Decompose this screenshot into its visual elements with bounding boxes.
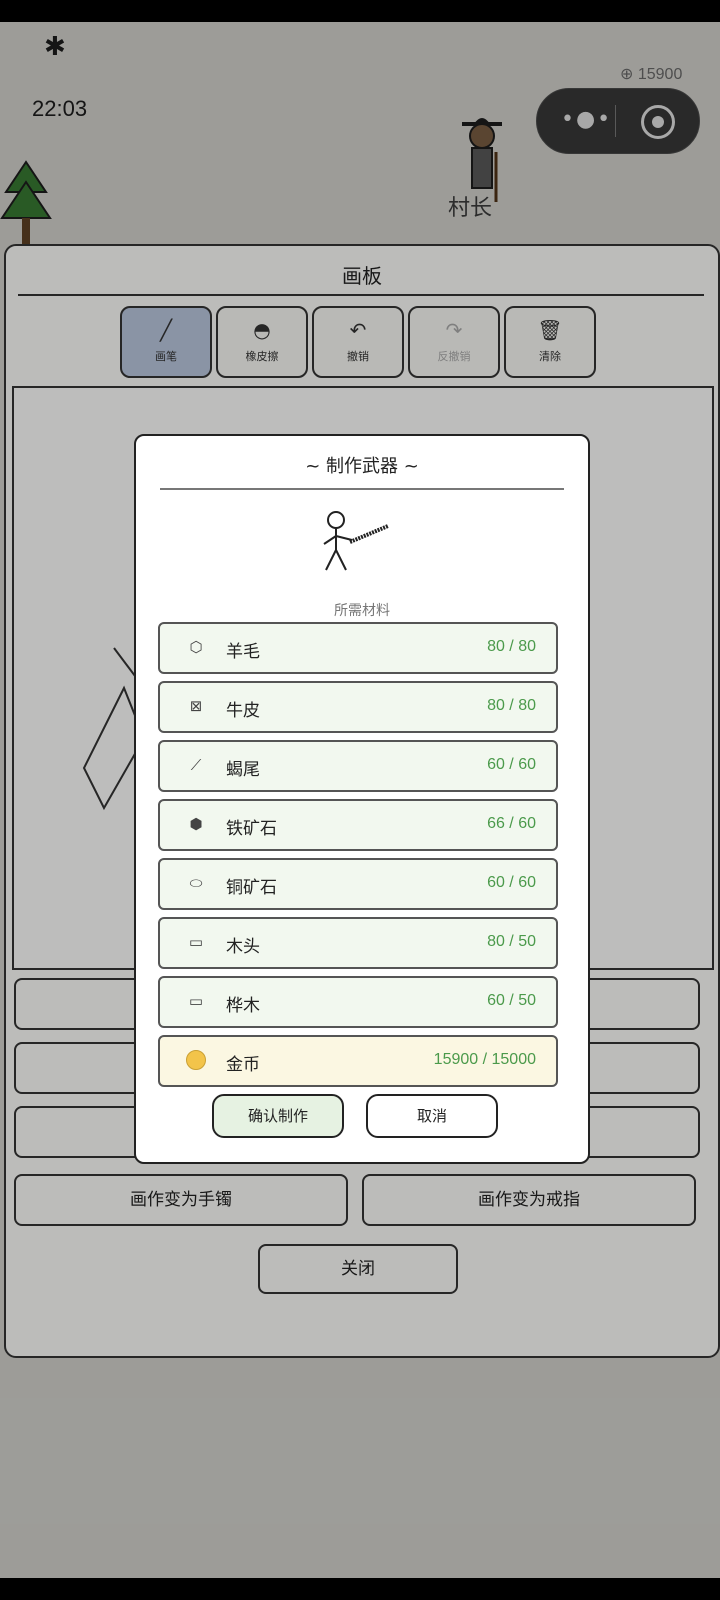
stickman-sword-icon xyxy=(323,511,389,571)
scorpion-tail-icon: ⟋ xyxy=(190,756,202,774)
material-name: 羊毛 xyxy=(226,642,260,662)
wool-icon: ⬡ xyxy=(189,638,203,656)
material-count: 60 / 50 xyxy=(487,992,536,1009)
material-name: 铜矿石 xyxy=(226,878,277,898)
wood-icon: ▭ xyxy=(188,933,204,951)
material-row: ⬢ 铁矿石 66 / 60 xyxy=(158,799,558,851)
material-name: 桦木 xyxy=(226,996,260,1016)
hide-icon: ⊠ xyxy=(189,697,203,715)
iron-ore-icon: ⬢ xyxy=(189,815,203,833)
required-materials-label: 所需材料 xyxy=(334,603,390,619)
material-count: 66 / 60 xyxy=(487,815,536,832)
material-count: 80 / 80 xyxy=(487,638,536,655)
material-row: ⟋ 蝎尾 60 / 60 xyxy=(158,740,558,792)
copper-ore-icon: ⬭ xyxy=(189,874,203,892)
dialog-title: ~ 制作武器 ~ xyxy=(305,456,419,477)
material-name: 金币 xyxy=(226,1055,260,1075)
material-row: ⬭ 铜矿石 60 / 60 xyxy=(158,858,558,910)
dialog-title-divider xyxy=(160,488,564,490)
material-row: ⊠ 牛皮 80 / 80 xyxy=(158,681,558,733)
material-count: 60 / 60 xyxy=(487,874,536,891)
material-row: ▭ 桦木 60 / 50 xyxy=(158,976,558,1028)
game-screen: ✱ 22:03 ⊕ 15900 •●• 村长 画板 ╱ 画笔 ◓ 橡皮擦 ↶ 撤 xyxy=(0,22,720,1578)
material-count: 60 / 60 xyxy=(487,756,536,773)
material-count: 15900 / 15000 xyxy=(433,1051,536,1068)
material-row-gold: 金币 15900 / 15000 xyxy=(158,1035,558,1087)
cancel-button[interactable]: 取消 xyxy=(366,1094,498,1138)
system-top-bar xyxy=(0,0,720,22)
material-row: ⬡ 羊毛 80 / 80 xyxy=(158,622,558,674)
material-count: 80 / 80 xyxy=(487,697,536,714)
birch-icon: ▭ xyxy=(188,992,204,1010)
material-count: 80 / 50 xyxy=(487,933,536,950)
system-bottom-bar xyxy=(0,1578,720,1600)
gold-coin-icon xyxy=(186,1050,206,1070)
material-name: 牛皮 xyxy=(226,701,260,721)
material-name: 木头 xyxy=(226,937,260,957)
craft-weapon-dialog: ~ 制作武器 ~ 所需材料 ⬡ 羊毛 80 / 80 ⊠ 牛皮 80 / 80 … xyxy=(134,434,590,1164)
confirm-craft-button[interactable]: 确认制作 xyxy=(212,1094,344,1138)
material-row: ▭ 木头 80 / 50 xyxy=(158,917,558,969)
material-name: 铁矿石 xyxy=(226,819,277,839)
material-name: 蝎尾 xyxy=(226,760,260,780)
